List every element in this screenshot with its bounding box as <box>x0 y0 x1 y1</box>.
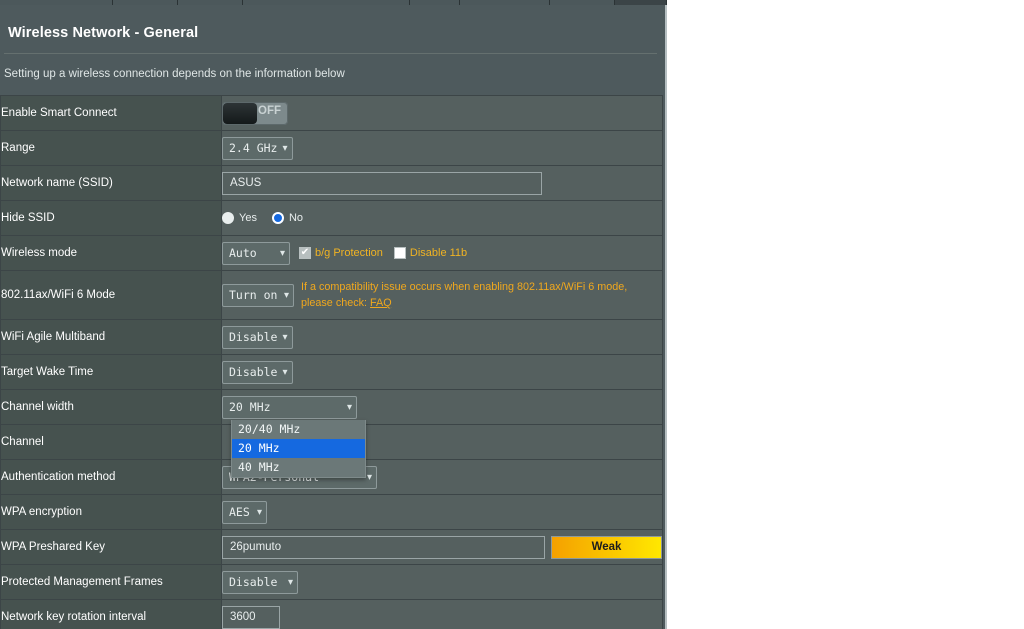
chevron-down-icon: ▾ <box>283 289 289 301</box>
row-label-ssid: Network name (SSID) <box>0 165 222 201</box>
row-value-hide-ssid: Yes No <box>221 200 663 236</box>
disable-11b-checkbox[interactable] <box>393 247 406 259</box>
target-wake-time-value: Disable <box>229 365 278 379</box>
table-row: WPA encryption AES ▾ <box>0 494 663 530</box>
chevron-down-icon: ▾ <box>282 366 288 378</box>
chevron-down-icon: ▾ <box>279 247 285 259</box>
row-value-ssid: ASUS <box>221 165 663 201</box>
smart-connect-toggle[interactable]: OFF <box>222 101 288 125</box>
row-value-target-wake-time: Disable ▾ <box>221 354 663 390</box>
row-label-key-rotation: Network key rotation interval <box>0 599 222 629</box>
row-label-smart-connect: Enable Smart Connect <box>0 95 222 131</box>
warning-line-1: If a compatibility issue occurs when ena… <box>301 281 628 293</box>
range-select-value: 2.4 GHz <box>229 141 278 155</box>
chevron-down-icon: ▾ <box>287 576 293 588</box>
password-strength-badge: Weak <box>551 535 662 559</box>
row-label-pmf: Protected Management Frames <box>0 564 222 600</box>
row-label-range: Range <box>0 130 222 166</box>
row-label-target-wake-time: Target Wake Time <box>0 354 222 390</box>
page-title: Wireless Network - General <box>8 25 199 41</box>
hide-ssid-radio-no[interactable] <box>271 212 284 224</box>
channel-width-value: 20 MHz <box>229 400 271 414</box>
channel-width-dropdown-list[interactable]: 20/40 MHz 20 MHz 40 MHz <box>231 420 366 478</box>
wpa-psk-input[interactable]: 26pumuto <box>222 535 546 559</box>
ax-mode-warning: If a compatibility issue occurs when ena… <box>294 279 627 311</box>
row-value-channel-width: 20 MHz ▾ 20/40 MHz 20 MHz 40 MHz <box>221 389 663 478</box>
ssid-input[interactable]: ASUS <box>222 171 542 195</box>
toggle-state-label: OFF <box>258 104 281 117</box>
agile-multiband-value: Disable <box>229 330 278 344</box>
chevron-down-icon: ▾ <box>256 506 262 518</box>
pmf-value: Disable <box>229 575 278 589</box>
content-panel: Wireless Network - General Setting up a … <box>0 5 667 629</box>
row-label-channel-width: Channel width <box>0 389 222 425</box>
table-row: Network key rotation interval 3600 <box>0 599 663 629</box>
row-value-wpa-psk: 26pumuto Weak <box>221 529 663 565</box>
wireless-settings-table: Enable Smart Connect OFF Range 2.4 GHz ▾ <box>0 95 663 629</box>
warning-line-2-prefix: please check: <box>301 297 371 309</box>
row-value-agile-multiband: Disable ▾ <box>221 319 663 355</box>
warning-line-2: please check: FAQ <box>301 295 627 311</box>
table-row: WPA Preshared Key 26pumuto Weak <box>0 529 663 565</box>
ax-mode-select[interactable]: Turn on ▾ <box>222 283 294 307</box>
row-label-auth-method: Authentication method <box>0 459 222 495</box>
row-value-key-rotation: 3600 <box>221 599 663 629</box>
page-description: Setting up a wireless connection depends… <box>4 68 345 80</box>
chevron-down-icon: ▾ <box>282 331 288 343</box>
wireless-mode-value: Auto <box>229 246 257 260</box>
toggle-knob <box>223 102 257 124</box>
bg-protection-checkbox-row: b/g Protection Disable 11b <box>299 247 478 259</box>
row-label-channel: Channel <box>0 424 222 460</box>
key-rotation-input[interactable]: 3600 <box>222 605 280 629</box>
wireless-mode-select[interactable]: Auto ▾ <box>222 241 290 265</box>
row-label-wpa-psk: WPA Preshared Key <box>0 529 222 565</box>
row-value-ax-mode: Turn on ▾ If a compatibility issue occur… <box>221 270 663 320</box>
chevron-down-icon: ▾ <box>282 142 288 154</box>
row-label-ax-mode: 802.11ax/WiFi 6 Mode <box>0 270 222 320</box>
chevron-down-icon: ▾ <box>346 401 352 413</box>
table-row: Protected Management Frames Disable ▾ <box>0 564 663 600</box>
table-row: Enable Smart Connect OFF <box>0 95 663 131</box>
row-label-hide-ssid: Hide SSID <box>0 200 222 236</box>
dropdown-option-20[interactable]: 20 MHz <box>232 439 365 458</box>
dropdown-option-40[interactable]: 40 MHz <box>232 458 365 477</box>
wpa-encryption-select[interactable]: AES ▾ <box>222 500 267 524</box>
row-label-wpa-encryption: WPA encryption <box>0 494 222 530</box>
row-value-wpa-encryption: AES ▾ <box>221 494 663 530</box>
row-value-pmf: Disable ▾ <box>221 564 663 600</box>
table-row: Network name (SSID) ASUS <box>0 165 663 201</box>
ax-mode-value: Turn on <box>229 288 278 302</box>
wpa-encryption-value: AES <box>229 505 250 519</box>
router-admin-screen: Wireless Network - General Setting up a … <box>0 0 1024 629</box>
row-value-range: 2.4 GHz ▾ <box>221 130 663 166</box>
table-row: Range 2.4 GHz ▾ <box>0 130 663 166</box>
pmf-select[interactable]: Disable ▾ <box>222 570 298 594</box>
row-label-wireless-mode: Wireless mode <box>0 235 222 271</box>
table-row: Wireless mode Auto ▾ b/g Protection Disa… <box>0 235 663 271</box>
hide-ssid-radio-group: Yes No <box>222 212 662 224</box>
table-row: Channel width 20 MHz ▾ 20/40 MHz 20 MHz … <box>0 389 663 478</box>
row-value-wireless-mode: Auto ▾ b/g Protection Disable 11b <box>221 235 663 271</box>
row-value-smart-connect: OFF <box>221 95 663 131</box>
table-row: Hide SSID Yes No <box>0 200 663 236</box>
target-wake-time-select[interactable]: Disable ▾ <box>222 360 293 384</box>
table-row: 802.11ax/WiFi 6 Mode Turn on ▾ If a comp… <box>0 270 663 320</box>
faq-link[interactable]: FAQ <box>370 297 392 309</box>
channel-width-select[interactable]: 20 MHz ▾ <box>222 395 357 419</box>
table-row: WiFi Agile Multiband Disable ▾ <box>0 319 663 355</box>
hide-ssid-radio-yes[interactable] <box>222 212 234 224</box>
bg-protection-label: b/g Protection <box>315 247 383 259</box>
table-row: Target Wake Time Disable ▾ <box>0 354 663 390</box>
dropdown-option-2040[interactable]: 20/40 MHz <box>232 420 365 439</box>
bg-protection-checkbox[interactable] <box>299 247 311 259</box>
agile-multiband-select[interactable]: Disable ▾ <box>222 325 293 349</box>
row-label-agile-multiband: WiFi Agile Multiband <box>0 319 222 355</box>
disable-11b-label: Disable 11b <box>409 247 468 259</box>
range-select[interactable]: 2.4 GHz ▾ <box>222 136 293 160</box>
hide-ssid-no-label: No <box>288 212 304 224</box>
chevron-down-icon: ▾ <box>366 471 372 483</box>
hide-ssid-yes-label: Yes <box>239 212 257 224</box>
